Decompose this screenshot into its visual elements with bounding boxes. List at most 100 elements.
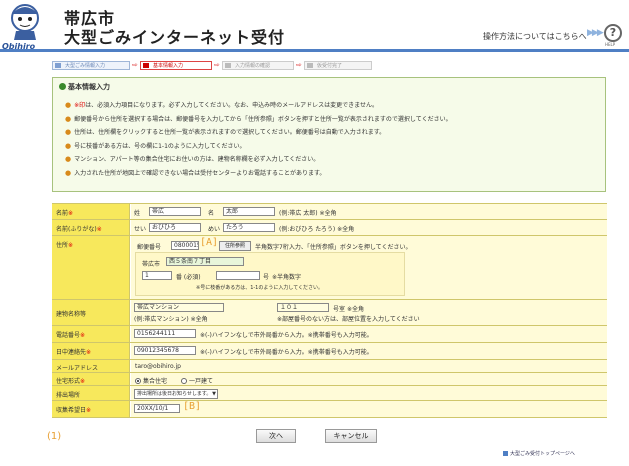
room-req-note: ※全角 — [347, 306, 365, 313]
form-row-address: 住所※ 郵便番号 0800015 [A] 住所参照 半角数字7桁入力、「住所参照… — [52, 236, 607, 300]
field-label-daytime-contact: 日中連絡先※ — [52, 343, 130, 359]
address-lookup-button[interactable]: 住所参照 — [219, 241, 251, 251]
step-arrow-icon: ⇨ — [296, 61, 302, 69]
page: Obihiro 帯広市 大型ごみインターネット受付 操作方法についてはこちらへ … — [0, 0, 629, 466]
page-title: 大型ごみインターネット受付 — [64, 28, 286, 47]
collection-date-input[interactable]: 20XX/10/1 — [134, 404, 180, 413]
phone-note: ※(-)ハイフンなしで市外局番から入力。※携帯番号も入力可能。 — [200, 332, 373, 339]
sei-kana-input[interactable]: おびひろ — [149, 223, 201, 232]
field-label-kana: 名前(ふりがな)※ — [52, 220, 130, 235]
step-marker-icon — [307, 63, 313, 68]
step-item-confirm: 入力情報の確認 — [222, 61, 294, 70]
step-marker-icon — [225, 63, 231, 68]
instructions-box: 基本情報入力 ● ※印は、必須入力項目になります。必ず入力してください。なお、申込… — [52, 77, 606, 192]
list-item: ● 入力された住所が地図上で確認できない場合は受付センターよりお電話することがあり… — [65, 168, 326, 177]
building-name-input[interactable]: 帯広マンション — [134, 303, 224, 312]
sei-kana-label: せい — [134, 226, 147, 233]
logo-text: Obihiro — [2, 42, 36, 51]
list-item: ● マンション、アパート等の集合住宅にお住いの方は、建物名称欄を必ず入力してくださ… — [65, 155, 320, 163]
mei-kana-label: めい — [208, 226, 221, 233]
field-label-phone: 電話番号※ — [52, 326, 130, 342]
sei-input[interactable]: 帯広 — [149, 207, 201, 216]
field-value-address: 郵便番号 0800015 [A] 住所参照 半角数字7桁入力、「住所参照」ボタン… — [131, 236, 607, 299]
radio-selected-icon[interactable] — [135, 378, 141, 384]
radio-unselected-icon[interactable] — [181, 378, 187, 384]
form-row-name: 名前※ 姓 帯広 名 太郎 (例:帯広 太郎) ※全角 — [52, 204, 607, 220]
zip-note: 半角数字7桁入力、「住所参照」ボタンを押してください。 — [255, 244, 412, 251]
field-value-name: 姓 帯広 名 太郎 (例:帯広 太郎) ※全角 — [131, 204, 607, 219]
field-label-building: 建物名称等 — [52, 300, 130, 325]
form-row-collection-date: 収集希望日※ 20XX/10/1 [B] — [52, 401, 607, 418]
radio-detached-house[interactable]: 一戸建て — [181, 376, 213, 385]
go-note: ※半角数字 — [272, 274, 302, 281]
branch-note: ※号に枝番がある方は、1-1のように入力してください。 — [196, 285, 324, 291]
step-arrow-icon: ⇨ — [132, 61, 138, 69]
phone-input[interactable]: 0156244111 — [134, 329, 196, 338]
next-button[interactable]: 次へ — [256, 429, 296, 443]
radio-apartment[interactable]: 集合住宅 — [135, 376, 167, 385]
daytime-contact-input[interactable]: 09012345678 — [134, 346, 196, 355]
field-value-kana: せい おびひろ めい たろう (例:おびひろ たろう) ※全角 — [131, 220, 607, 235]
name-note: (例:帯広 太郎) ※全角 — [279, 210, 337, 217]
sei-label: 姓 — [134, 210, 141, 217]
field-label-email: メールアドレス — [52, 360, 130, 372]
step-marker-icon — [143, 63, 149, 68]
field-value-building: 帯広マンション (例:帯広マンション) ※全角 １０１ 号室 ※全角 ※部屋番号… — [131, 300, 607, 325]
cancel-button[interactable]: キャンセル — [325, 429, 377, 443]
chevron-down-icon: ▼ — [212, 391, 216, 397]
header: Obihiro 帯広市 大型ごみインターネット受付 操作方法についてはこちらへ … — [0, 0, 629, 52]
list-item: ● 号に枝番がある方は、号の欄に1-1のように入力してください。 — [65, 141, 246, 150]
help-link[interactable]: 操作方法についてはこちらへ — [483, 31, 587, 42]
basic-info-form: 名前※ 姓 帯広 名 太郎 (例:帯広 太郎) ※全角 名前(ふりがな)※ せい… — [52, 203, 607, 418]
form-row-phone: 電話番号※ 0156244111 ※(-)ハイフンなしで市外局番から入力。※携帯… — [52, 326, 607, 343]
field-value-housing-type: 集合住宅 一戸建て — [131, 373, 607, 385]
top-page-link[interactable]: 大型ごみ受付トップページへ — [503, 450, 575, 457]
form-row-kana: 名前(ふりがな)※ せい おびひろ めい たろう (例:おびひろ たろう) ※全… — [52, 220, 607, 236]
form-row-daytime-contact: 日中連絡先※ 09012345678 ※(-)ハイフンなしで市外局番から入力。※… — [52, 343, 607, 360]
field-label-collection-date: 収集希望日※ — [52, 401, 130, 417]
annotation-b: [B] — [183, 401, 202, 412]
dropoff-select[interactable]: 排出場所は後日お知らせします。 ▼ — [134, 389, 218, 399]
zip-input[interactable]: 0800015 — [171, 241, 199, 250]
list-item: ● ※印は、必須入力項目になります。必ず入力してください。なお、申込み時のメールア… — [65, 101, 379, 109]
step-item-basic-info: 基本情報入力 — [140, 61, 212, 70]
field-label-dropoff: 排出場所 — [52, 386, 130, 400]
list-item: ● 郵便番号から住所を選択する場合は、郵便番号を入力してから「住所参照」ボタンを押… — [65, 114, 452, 123]
street-input[interactable]: 西５条南７丁目 — [166, 257, 244, 266]
instructions-title: 基本情報入力 — [59, 82, 110, 92]
mei-input[interactable]: 太郎 — [223, 207, 275, 216]
kana-note: (例:おびひろ たろう) ※全角 — [279, 226, 355, 233]
banchi-label: 番 (必須) — [176, 274, 201, 281]
banchi-input[interactable]: 1 — [142, 271, 172, 280]
step-item-complete: 仮受付完了 — [304, 61, 372, 70]
field-label-address: 住所※ — [52, 236, 130, 299]
form-row-building: 建物名称等 帯広マンション (例:帯広マンション) ※全角 １０１ 号室 ※全角… — [52, 300, 607, 326]
building-name-note: (例:帯広マンション) ※全角 — [134, 316, 208, 323]
step-marker-icon — [55, 63, 61, 68]
room-note: ※部屋番号のない方は、部屋位置を入力してください — [277, 316, 420, 323]
figure-label: (1) — [47, 431, 62, 442]
field-value-collection-date: 20XX/10/1 [B] — [131, 401, 607, 417]
bullet-circle-icon — [59, 83, 66, 90]
email-value: taro@obihiro.jp — [135, 363, 181, 370]
mei-kana-input[interactable]: たろう — [223, 223, 275, 232]
go-input[interactable] — [216, 271, 260, 280]
field-value-daytime-contact: 09012345678 ※(-)ハイフンなしで市外局番から入力。※携帯番号も入力… — [131, 343, 607, 359]
go-label: 号 — [263, 274, 270, 281]
help-icon[interactable]: ? — [604, 24, 622, 42]
form-row-dropoff: 排出場所 排出場所は後日お知らせします。 ▼ — [52, 386, 607, 401]
field-value-phone: 0156244111 ※(-)ハイフンなしで市外局番から入力。※携帯番号も入力可… — [131, 326, 607, 342]
annotation-a: [A] — [200, 237, 219, 248]
field-value-email: taro@obihiro.jp — [131, 360, 607, 372]
mei-label: 名 — [208, 210, 215, 217]
list-item: ● 住所は、住所欄をクリックすると住所一覧が表示されますので選択してください。郵便… — [65, 128, 386, 136]
form-row-housing-type: 住宅形式※ 集合住宅 一戸建て — [52, 373, 607, 386]
step-arrow-icon: ⇨ — [214, 61, 220, 69]
mascot-logo-icon — [11, 4, 39, 40]
help-icon-label: HELP — [605, 42, 616, 47]
form-row-email: メールアドレス taro@obihiro.jp — [52, 360, 607, 373]
room-input[interactable]: １０１ — [277, 303, 329, 312]
field-label-name: 名前※ — [52, 204, 130, 219]
field-label-housing-type: 住宅形式※ — [52, 373, 130, 385]
room-label: 号室 — [333, 306, 346, 313]
